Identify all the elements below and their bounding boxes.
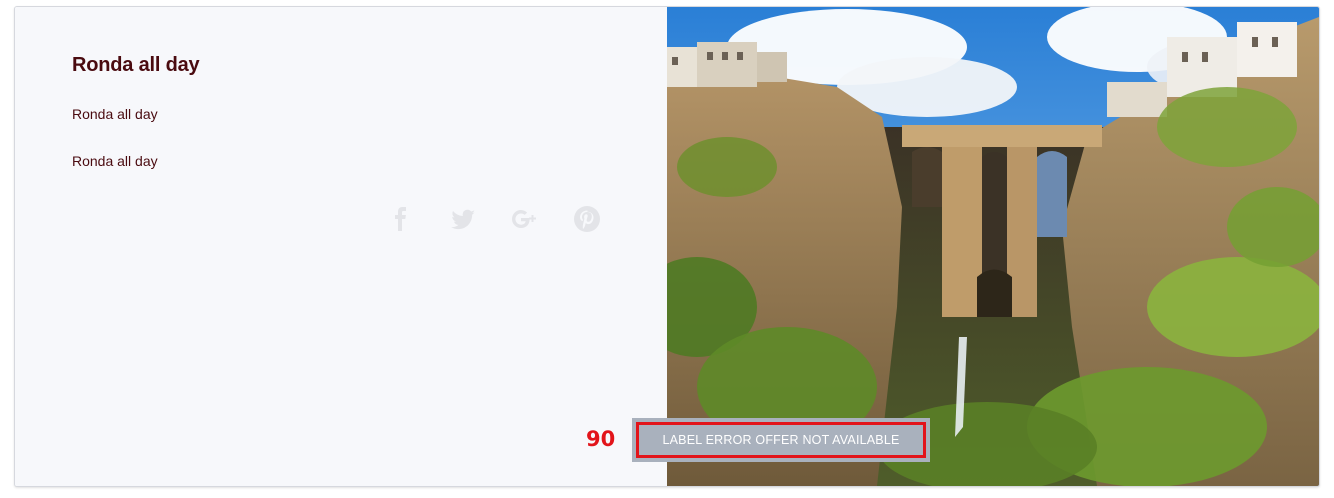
offer-image [667, 7, 1319, 486]
ronda-bridge-photo [667, 7, 1319, 486]
offer-status-label: LABEL ERROR OFFER NOT AVAILABLE [636, 422, 926, 458]
card-description: Ronda all day [72, 153, 158, 169]
facebook-icon[interactable] [385, 203, 417, 235]
card-subtitle: Ronda all day [72, 106, 158, 122]
offer-price: 90 [586, 427, 616, 451]
social-share-bar [385, 203, 615, 235]
card-title: Ronda all day [72, 54, 200, 76]
card-details: Ronda all day Ronda all day Ronda all da… [15, 7, 667, 486]
offer-card: Ronda all day Ronda all day Ronda all da… [14, 6, 1320, 487]
twitter-icon[interactable] [447, 203, 479, 235]
pinterest-icon[interactable] [571, 203, 603, 235]
offer-status-badge: LABEL ERROR OFFER NOT AVAILABLE [632, 418, 930, 462]
google-plus-icon[interactable] [509, 203, 541, 235]
